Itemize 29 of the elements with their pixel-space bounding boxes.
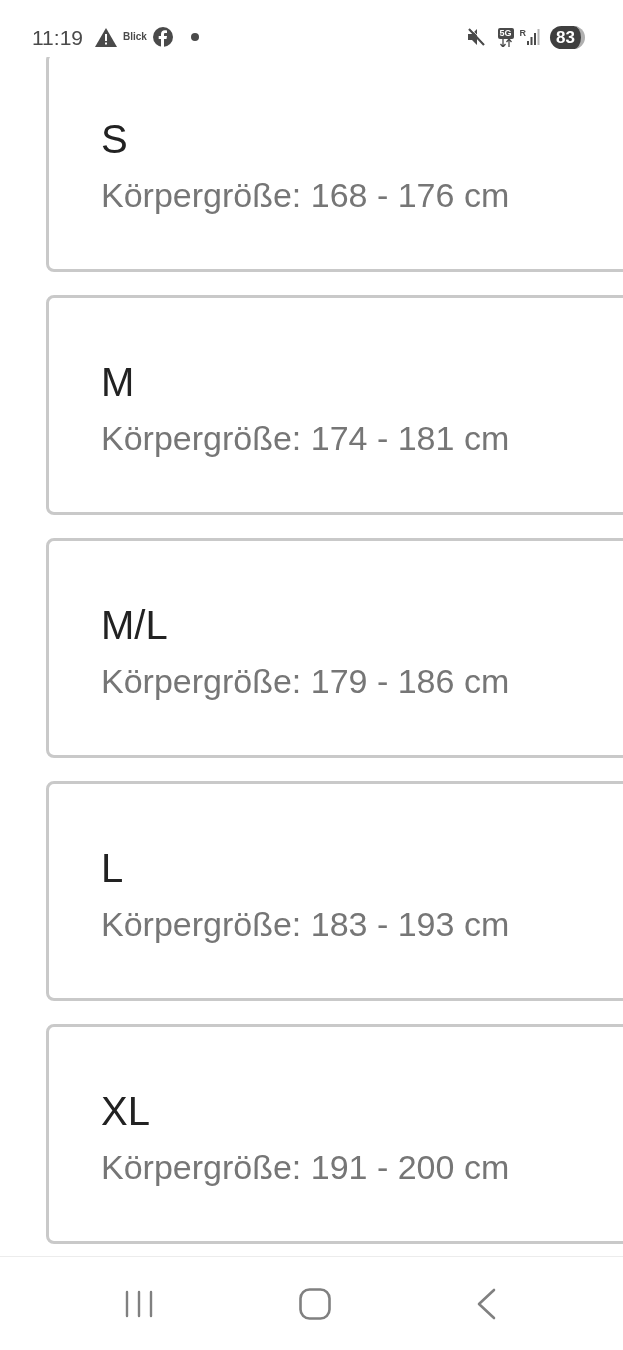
battery-percentage: 83 — [550, 25, 585, 49]
home-icon[interactable] — [299, 1287, 331, 1320]
size-option-card[interactable]: S Körpergröße: 168 - 176 cm — [46, 57, 623, 272]
body-height-text: Körpergröße: 183 - 193 cm — [101, 907, 510, 941]
facebook-icon — [152, 27, 173, 47]
notification-label: Blick — [123, 32, 147, 42]
mute-icon — [465, 28, 486, 46]
recent-apps-icon[interactable] — [124, 1288, 154, 1319]
data-arrows-icon — [498, 38, 513, 47]
back-icon[interactable] — [476, 1287, 496, 1320]
size-option-card[interactable]: M/L Körpergröße: 179 - 186 cm — [46, 538, 623, 758]
roaming-label: R — [519, 29, 527, 38]
body-height-text: Körpergröße: 174 - 181 cm — [101, 421, 510, 455]
warning-icon — [95, 27, 117, 47]
size-option-card[interactable]: L Körpergröße: 183 - 193 cm — [46, 781, 623, 1001]
dot-icon — [190, 33, 199, 41]
size-label: L — [101, 848, 124, 888]
body-height-text: Körpergröße: 168 - 176 cm — [101, 178, 510, 212]
signal-icon — [527, 29, 541, 45]
size-label: S — [101, 119, 128, 159]
size-label: XL — [101, 1091, 150, 1131]
size-label: M/L — [101, 605, 168, 645]
size-option-card[interactable]: M Körpergröße: 174 - 181 cm — [46, 295, 623, 515]
clock-time: 11:19 — [32, 26, 83, 48]
body-height-text: Körpergröße: 191 - 200 cm — [101, 1150, 510, 1184]
body-height-text: Körpergröße: 179 - 186 cm — [101, 664, 510, 698]
network-type-label: 5G — [497, 27, 514, 39]
size-option-card[interactable]: XL Körpergröße: 191 - 200 cm — [46, 1024, 623, 1244]
size-label: M — [101, 362, 135, 402]
